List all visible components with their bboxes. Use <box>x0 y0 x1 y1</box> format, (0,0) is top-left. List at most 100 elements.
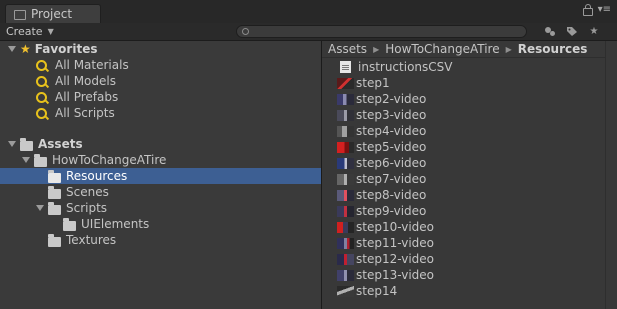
video-thumbnail-icon <box>337 253 354 265</box>
assets-header[interactable]: Assets <box>0 136 329 152</box>
asset-label: step3-video <box>356 108 427 122</box>
folder-icon <box>14 10 26 20</box>
toolbar: Create ▼ ★ <box>0 23 617 41</box>
list-item[interactable]: step3-video <box>337 107 426 123</box>
asset-label: instructionsCSV <box>358 60 453 74</box>
tree-item-howtochangeatire[interactable]: HowToChangeATire <box>0 152 343 168</box>
list-item[interactable]: step14 <box>337 283 397 299</box>
list-item[interactable]: instructionsCSV <box>337 59 452 75</box>
video-thumbnail-icon <box>337 237 354 249</box>
assets-label: Assets <box>38 137 83 151</box>
tab-project[interactable]: Project <box>5 4 101 23</box>
tab-label: Project <box>31 7 73 21</box>
search-icon <box>36 75 47 87</box>
panel-menu-icon[interactable]: ▾≡ <box>598 5 611 15</box>
list-item[interactable]: step8-video <box>337 187 426 203</box>
asset-label: step14 <box>356 284 398 298</box>
asset-list-panel: Assets ▶ HowToChangeATire ▶ Resources in… <box>322 41 617 309</box>
video-thumbnail-icon <box>337 125 354 137</box>
breadcrumb-divider <box>322 57 617 58</box>
video-thumbnail-icon <box>337 269 354 281</box>
tree-item-label: Scripts <box>66 201 108 215</box>
asset-label: step4-video <box>356 124 427 138</box>
text-asset-icon <box>340 61 351 73</box>
search-icon <box>36 59 47 71</box>
list-item[interactable]: step4-video <box>337 123 426 139</box>
tree-item-label: UIElements <box>81 217 150 231</box>
asset-label: step2-video <box>356 92 427 106</box>
asset-label: step11-video <box>356 236 435 250</box>
tree-item-textures[interactable]: Textures <box>0 232 369 248</box>
expand-arrow-icon[interactable] <box>22 157 30 163</box>
project-tree-panel: ★ Favorites All Materials All Models All… <box>0 41 369 309</box>
tree-item-label: Resources <box>66 169 128 183</box>
favorite-item[interactable]: All Scripts <box>0 105 357 121</box>
favorite-label: All Models <box>55 74 116 88</box>
folder-icon <box>20 137 33 151</box>
chevron-right-icon: ▶ <box>373 44 380 54</box>
chevron-right-icon: ▶ <box>505 44 512 54</box>
video-thumbnail-icon <box>337 221 354 233</box>
list-item[interactable]: step7-video <box>337 171 426 187</box>
tree-item-scenes[interactable]: Scenes <box>0 184 369 200</box>
breadcrumb-item[interactable]: Assets <box>328 42 367 56</box>
breadcrumb-item[interactable]: HowToChangeATire <box>385 42 499 56</box>
save-search-star-icon[interactable]: ★ <box>585 24 603 39</box>
video-thumbnail-icon <box>337 205 354 217</box>
asset-label: step10-video <box>356 220 435 234</box>
list-item[interactable]: step1 <box>337 75 390 91</box>
tree-item-resources[interactable]: Resources <box>0 168 369 184</box>
favorite-label: All Scripts <box>55 106 115 120</box>
tree-item-label: Scenes <box>66 185 109 199</box>
asset-label: step5-video <box>356 140 427 154</box>
list-item[interactable]: step13-video <box>337 267 434 283</box>
list-item[interactable]: step5-video <box>337 139 426 155</box>
list-item[interactable]: step9-video <box>337 203 426 219</box>
list-item[interactable]: step6-video <box>337 155 426 171</box>
breadcrumb-current[interactable]: Resources <box>518 42 588 56</box>
video-thumbnail-icon <box>337 157 354 169</box>
favorite-label: All Materials <box>55 58 129 72</box>
list-item[interactable]: step11-video <box>337 235 434 251</box>
search-by-type-icon[interactable] <box>541 24 559 39</box>
favorite-label: All Prefabs <box>55 90 119 104</box>
asset-label: step7-video <box>356 172 427 186</box>
favorite-item[interactable]: All Prefabs <box>0 89 357 105</box>
favorites-label: Favorites <box>34 42 98 56</box>
video-thumbnail-icon <box>337 109 354 121</box>
favorite-item[interactable]: All Materials <box>0 57 357 73</box>
folder-icon <box>48 233 61 247</box>
tab-bar: Project ▾≡ <box>0 0 617 23</box>
asset-label: step8-video <box>356 188 427 202</box>
search-icon <box>36 107 47 119</box>
asset-label: step6-video <box>356 156 427 170</box>
favorite-item[interactable]: All Models <box>0 73 357 89</box>
texture-thumbnail-icon <box>337 77 354 89</box>
texture-thumbnail-icon <box>337 285 354 297</box>
tree-item-scripts[interactable]: Scripts <box>0 200 357 216</box>
video-thumbnail-icon <box>337 173 354 185</box>
search-input[interactable] <box>236 25 527 38</box>
list-item[interactable]: step2-video <box>337 91 426 107</box>
folder-icon <box>63 217 76 231</box>
folder-icon <box>48 185 61 199</box>
search-icon <box>242 28 249 35</box>
create-label: Create <box>6 25 43 38</box>
create-dropdown[interactable]: Create ▼ <box>6 24 54 39</box>
list-item[interactable]: step12-video <box>337 251 434 267</box>
video-thumbnail-icon <box>337 93 354 105</box>
search-by-label-icon[interactable] <box>563 24 581 39</box>
window-controls: ▾≡ <box>582 4 611 16</box>
tree-item-label: HowToChangeATire <box>52 153 167 167</box>
lock-icon[interactable] <box>582 4 593 16</box>
chevron-down-icon: ▼ <box>47 27 54 36</box>
favorites-header[interactable]: ★ Favorites <box>0 41 329 57</box>
tree-item-label: Textures <box>66 233 117 247</box>
vertical-scrollbar[interactable] <box>605 41 617 309</box>
expand-arrow-icon[interactable] <box>8 141 16 147</box>
expand-arrow-icon[interactable] <box>8 46 16 52</box>
expand-arrow-icon[interactable] <box>36 205 44 211</box>
list-item[interactable]: step10-video <box>337 219 434 235</box>
search-icon <box>36 91 47 103</box>
folder-icon <box>48 201 61 215</box>
